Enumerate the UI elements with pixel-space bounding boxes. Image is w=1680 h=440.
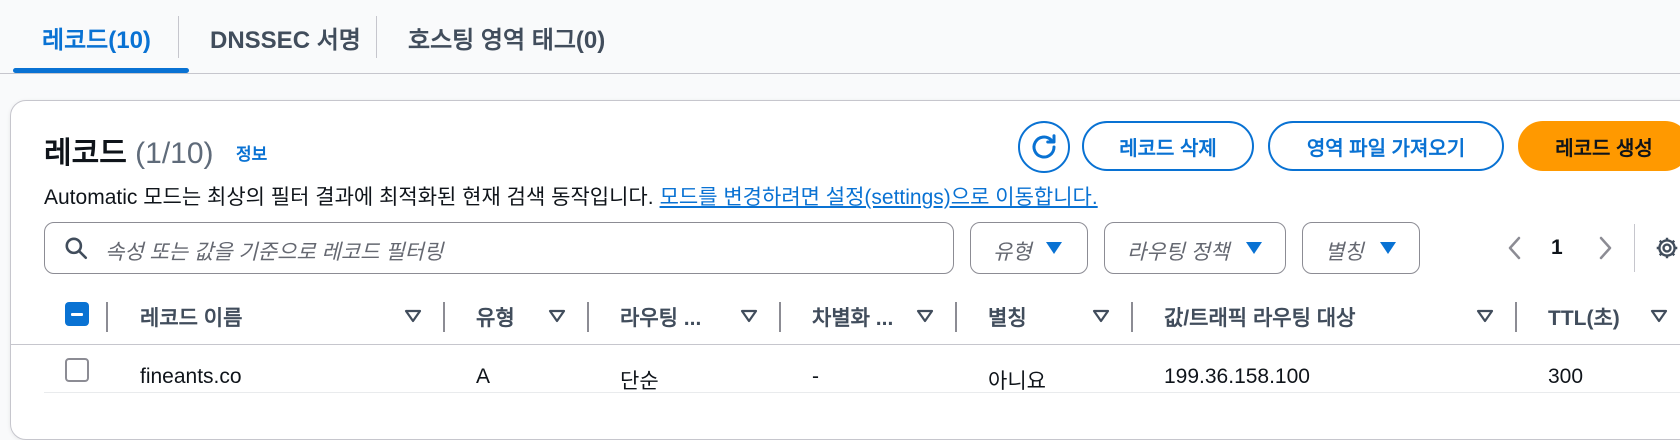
search-icon (63, 235, 89, 266)
column-resize-handle[interactable] (1131, 302, 1133, 332)
column-header-routing[interactable]: 라우팅 ... (620, 302, 701, 332)
sort-caret-icon[interactable] (1650, 309, 1668, 323)
current-page-number[interactable]: 1 (1551, 236, 1563, 260)
tab-dnssec[interactable]: DNSSEC 서명 (210, 20, 361, 55)
tab-divider (178, 16, 179, 58)
row-divider (44, 392, 1680, 393)
page-title: 레코드 (1/10) (44, 128, 214, 172)
column-header-alias[interactable]: 별칭 (988, 302, 1027, 332)
alias-filter-label: 별칭 (1325, 241, 1364, 264)
column-resize-handle[interactable] (779, 302, 781, 332)
chevron-right-icon[interactable] (1594, 235, 1616, 261)
tab-divider (376, 16, 377, 58)
alias-filter-dropdown[interactable]: 별칭 (1302, 222, 1420, 274)
settings-link[interactable]: 모드를 변경하려면 설정(settings)으로 이동합니다. (660, 186, 1098, 209)
info-link[interactable]: 정보 (236, 140, 267, 165)
column-resize-handle[interactable] (587, 302, 589, 332)
sort-caret-icon[interactable] (1476, 309, 1494, 323)
column-header-differentiator[interactable]: 차별화 ... (812, 302, 893, 332)
type-filter-label: 유형 (993, 241, 1032, 264)
cell-routing: 단순 (620, 370, 659, 393)
sort-caret-icon[interactable] (1092, 309, 1110, 323)
delete-record-button[interactable]: 레코드 삭제 (1082, 121, 1254, 171)
cell-differentiator: - (812, 365, 819, 388)
sort-caret-icon[interactable] (548, 309, 566, 323)
routing-policy-filter-label: 라우팅 정책 (1127, 241, 1230, 264)
indeterminate-mark (71, 312, 83, 316)
cell-type: A (476, 365, 491, 388)
column-header-type[interactable]: 유형 (476, 302, 515, 332)
cell-ttl: 300 (1548, 365, 1584, 388)
gear-icon[interactable] (1654, 235, 1680, 261)
select-all-checkbox[interactable] (65, 302, 89, 326)
chevron-left-icon[interactable] (1504, 235, 1526, 261)
sort-caret-icon[interactable] (740, 309, 758, 323)
search-mode-description: Automatic 모드는 최상의 필터 결과에 최적화된 현재 검색 동작입니… (44, 181, 1098, 211)
title-text: 레코드 (44, 137, 127, 170)
pager-divider (1634, 224, 1635, 272)
column-divider (106, 302, 108, 332)
search-placeholder: 속성 또는 값을 기준으로 레코드 필터링 (105, 241, 444, 264)
column-resize-handle[interactable] (443, 302, 445, 332)
sort-caret-icon[interactable] (404, 309, 422, 323)
search-input[interactable]: 속성 또는 값을 기준으로 레코드 필터링 (44, 222, 954, 274)
cell-alias: 아니요 (988, 370, 1046, 393)
column-resize-handle[interactable] (955, 302, 957, 332)
description-text: Automatic 모드는 최상의 필터 결과에 최적화된 현재 검색 동작입니… (44, 186, 654, 209)
active-tab-indicator (13, 68, 189, 73)
tab-records[interactable]: 레코드(10) (42, 20, 151, 55)
column-resize-handle[interactable] (1515, 302, 1517, 332)
column-header-record-name[interactable]: 레코드 이름 (140, 302, 242, 332)
type-filter-dropdown[interactable]: 유형 (970, 222, 1088, 274)
refresh-button[interactable] (1018, 121, 1070, 173)
cell-record-name[interactable]: fineants.co (140, 365, 242, 389)
column-header-value[interactable]: 값/트래픽 라우팅 대상 (1164, 302, 1355, 332)
cell-value: 199.36.158.100 (1164, 365, 1310, 388)
column-header-ttl[interactable]: TTL(초) (1548, 302, 1620, 332)
caret-down-icon (1046, 242, 1062, 254)
caret-down-icon (1246, 242, 1262, 254)
sort-caret-icon[interactable] (916, 309, 934, 323)
refresh-icon (1032, 134, 1056, 159)
record-count: (1/10) (135, 137, 214, 170)
row-select-checkbox[interactable] (65, 358, 89, 382)
create-record-button[interactable]: 레코드 생성 (1518, 121, 1680, 171)
import-zone-file-button[interactable]: 영역 파일 가져오기 (1268, 121, 1504, 171)
routing-policy-filter-dropdown[interactable]: 라우팅 정책 (1104, 222, 1286, 274)
caret-down-icon (1380, 242, 1396, 254)
tab-hosted-zone-tags[interactable]: 호스팅 영역 태그(0) (408, 20, 605, 55)
